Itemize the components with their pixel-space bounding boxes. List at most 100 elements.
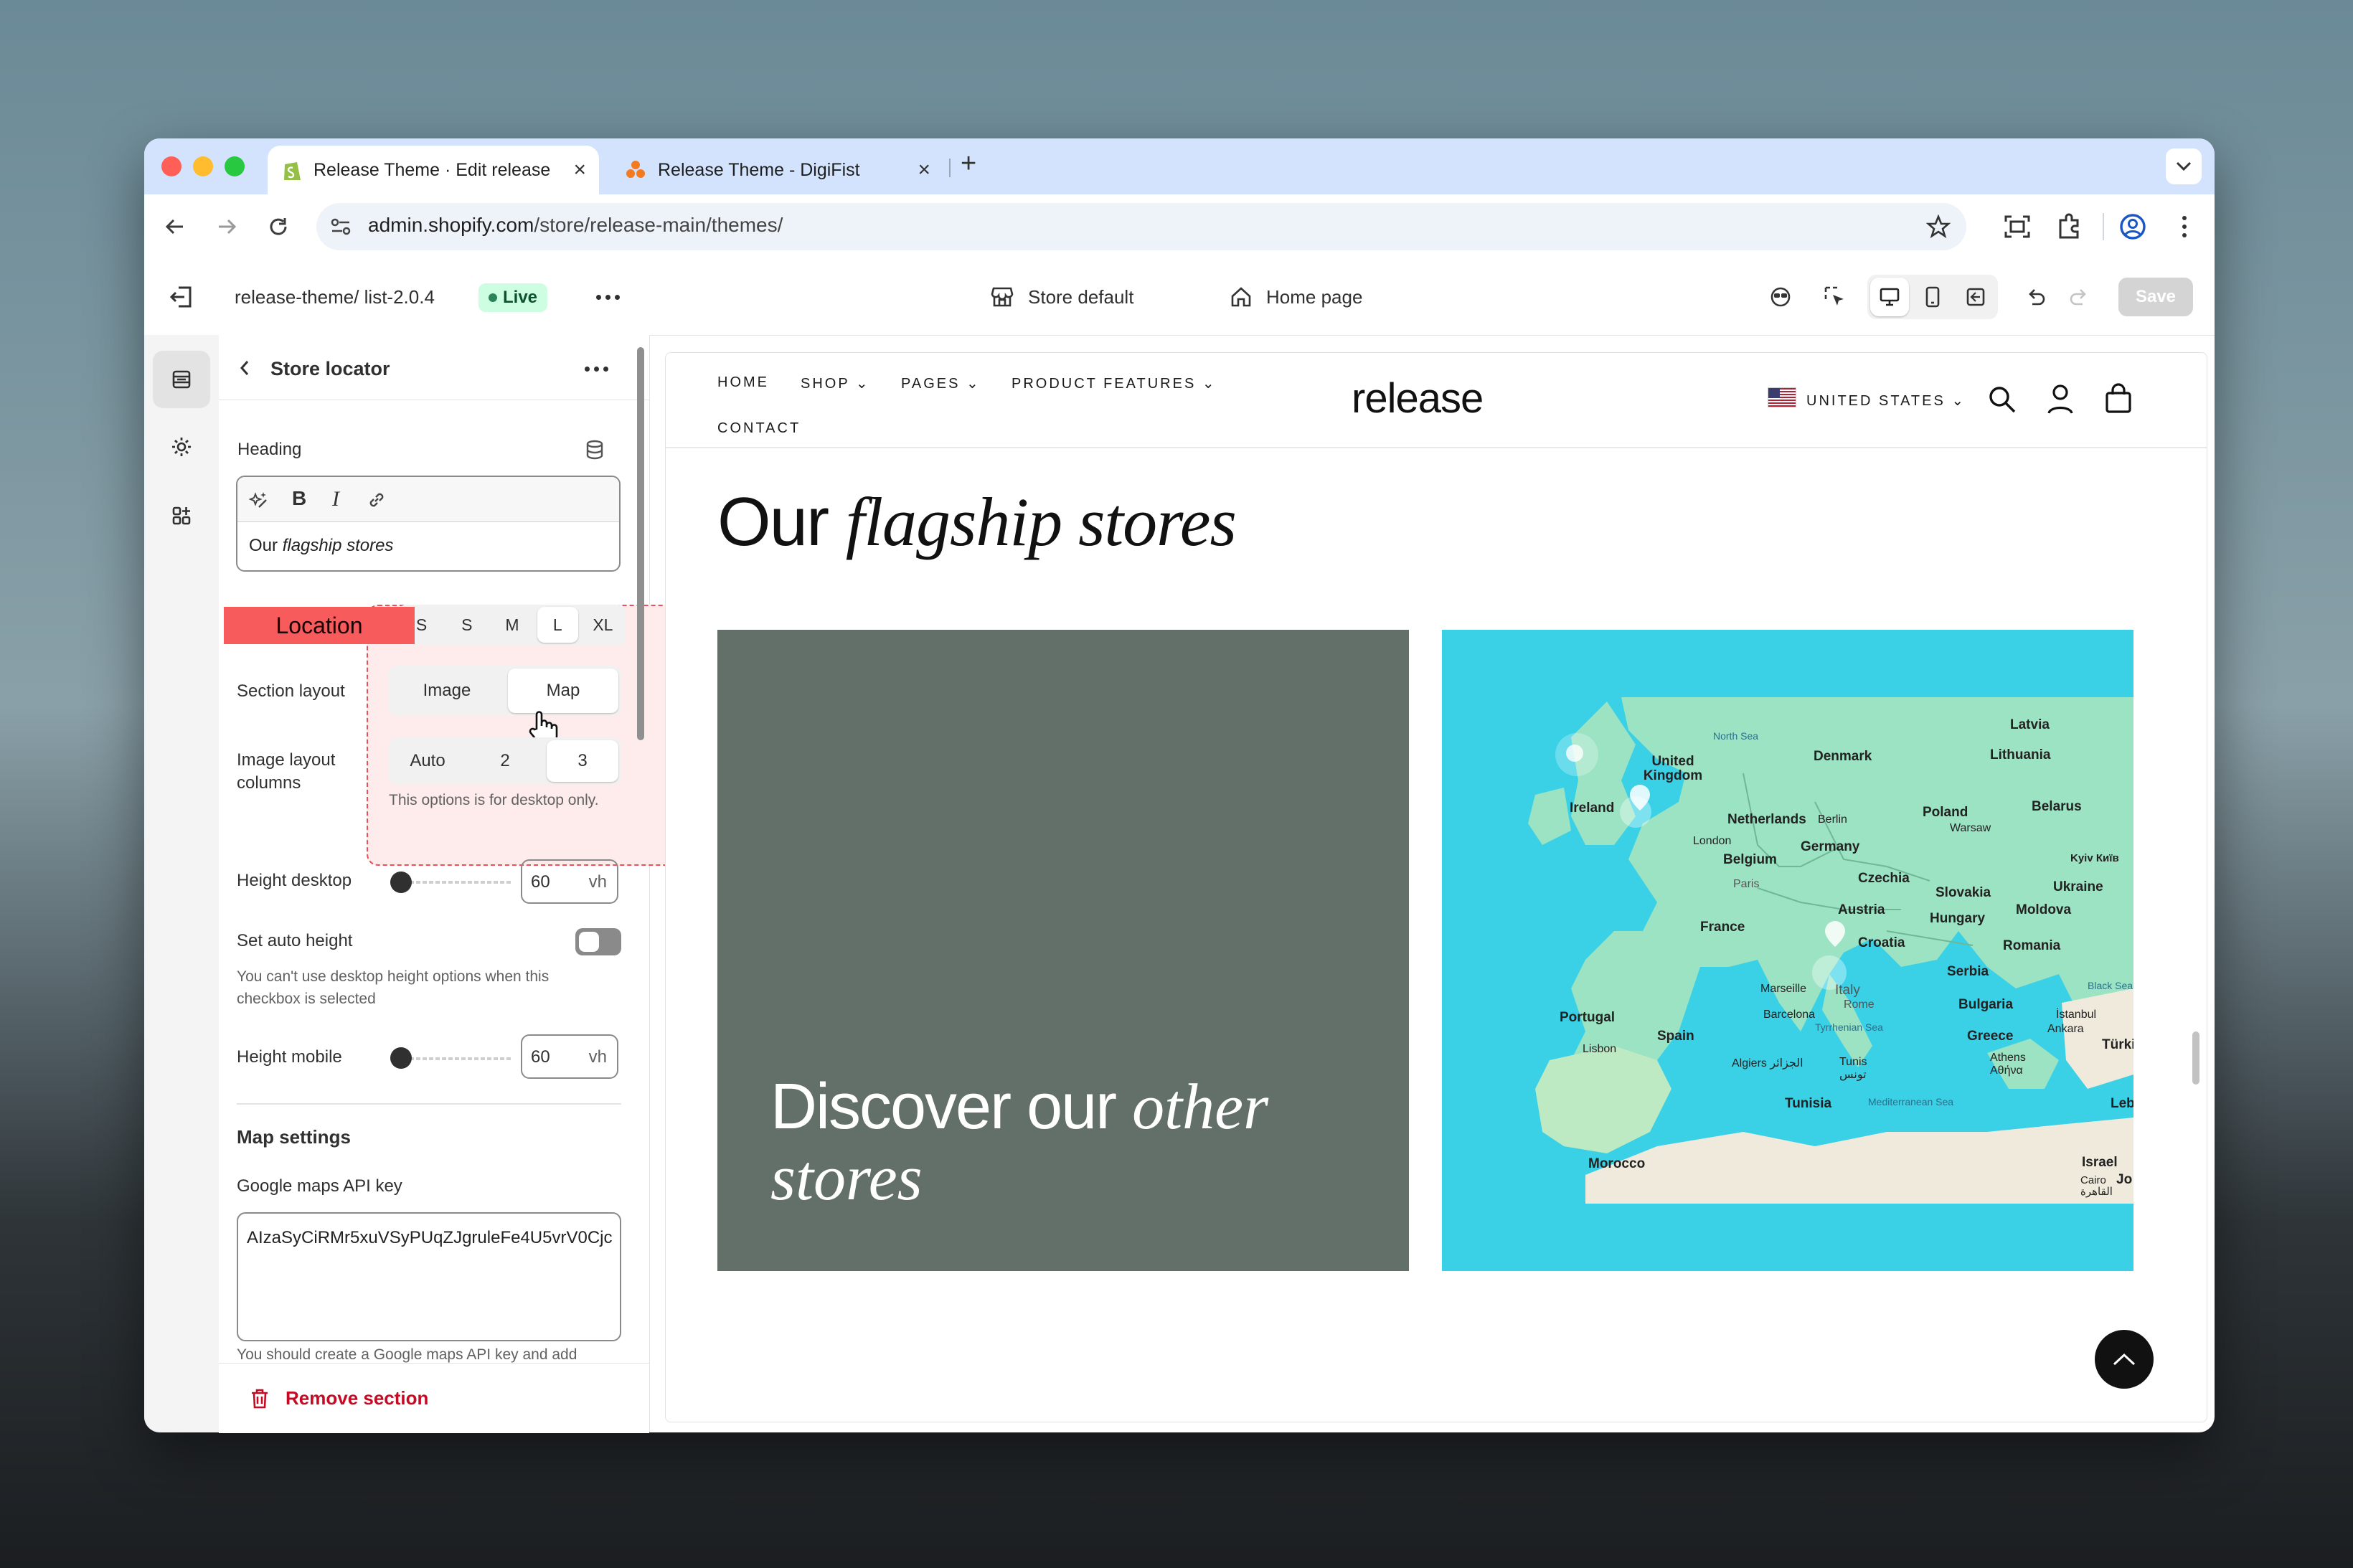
size-option-s2[interactable]: S (446, 607, 487, 643)
zoom-window-button[interactable] (225, 156, 245, 176)
reload-icon (270, 218, 287, 235)
api-key-textarea[interactable]: AIzaSyCiRMr5xuVSyPUqZJgruleFe4U5vrV0Cjc (237, 1212, 621, 1341)
columns-option-3[interactable]: 3 (547, 740, 618, 782)
tab-divider (949, 159, 951, 177)
map-label-jordan: Jo (2116, 1172, 2133, 1187)
tab-title: Release Theme - DigiFist (658, 159, 860, 180)
close-window-button[interactable] (161, 156, 181, 176)
url-text: admin.shopify.com/store/release-main/the… (368, 214, 783, 237)
back-to-top-button[interactable] (2095, 1330, 2154, 1389)
nav-shop[interactable]: SHOP ⌄ (801, 374, 870, 392)
remove-section-button[interactable]: Remove section (250, 1387, 428, 1409)
map-label-moldova: Moldova (2016, 902, 2072, 917)
auto-height-toggle[interactable] (575, 928, 621, 955)
nav-contact[interactable]: CONTACT (717, 420, 801, 437)
extensions-puzzle-icon[interactable] (2057, 213, 2083, 239)
bold-icon[interactable]: B (292, 487, 306, 510)
nav-product-features[interactable]: PRODUCT FEATURES ⌄ (1012, 374, 1217, 392)
bookmark-star-icon[interactable] (1926, 214, 1951, 239)
map-label-greece: Greece (1967, 1029, 2014, 1044)
columns-option-auto[interactable]: Auto (392, 740, 463, 782)
country-selector[interactable]: UNITED STATES ⌄ (1806, 392, 1966, 410)
height-mobile-input[interactable]: 60 vh (521, 1034, 618, 1079)
tab-release-theme-digifist[interactable]: Release Theme - DigiFist × (612, 146, 943, 194)
panel-scrollbar[interactable] (637, 347, 644, 740)
layout-option-map[interactable]: Map (508, 669, 618, 713)
map-labels: North Sea United Kingdom Denmark Latvia … (1442, 630, 2133, 1271)
address-bar[interactable]: admin.shopify.com/store/release-main/the… (316, 203, 1966, 250)
layout-option-image[interactable]: Image (392, 669, 502, 713)
account-icon[interactable] (2046, 383, 2075, 415)
size-option-xl[interactable]: XL (583, 607, 623, 643)
size-option-l[interactable]: L (537, 607, 578, 643)
map-label-tunis: Tunis تونس (1839, 1056, 1867, 1081)
map-label-czechia: Czechia (1858, 871, 1910, 886)
size-option-m[interactable]: M (491, 607, 532, 643)
cart-bag-icon[interactable] (2103, 383, 2133, 415)
status-dot (489, 293, 497, 302)
fullscreen-view-button[interactable] (1956, 278, 1995, 316)
store-icon (991, 287, 1014, 307)
search-icon[interactable] (1987, 384, 2017, 415)
height-desktop-slider-handle[interactable] (390, 872, 412, 893)
profile-avatar-icon[interactable] (2118, 212, 2147, 241)
redo-button[interactable] (2060, 278, 2098, 316)
browser-menu-icon[interactable] (2179, 210, 2190, 243)
page-selector-label: Home page (1266, 285, 1363, 308)
map-label-france: France (1700, 920, 1745, 935)
store-context-selector[interactable]: Store default (991, 280, 1133, 313)
theme-settings-nav-button[interactable] (153, 418, 210, 476)
shopify-icon (284, 162, 301, 180)
dynamic-source-icon[interactable] (585, 440, 605, 460)
theme-name[interactable]: release-theme/ list-2.0.4 (235, 286, 435, 308)
store-logo[interactable]: release (1352, 374, 1484, 422)
new-tab-button[interactable]: + (961, 148, 976, 179)
link-icon[interactable] (367, 490, 387, 510)
section-layout-segmented: Image Map (389, 666, 621, 716)
apps-nav-button[interactable] (153, 487, 210, 544)
heading-text-value[interactable]: Our flagship stores (249, 536, 393, 556)
reload-button[interactable] (262, 210, 295, 243)
mobile-view-button[interactable] (1913, 278, 1952, 316)
site-settings-icon (331, 218, 351, 235)
columns-option-2[interactable]: 2 (469, 740, 541, 782)
forward-button[interactable] (210, 210, 243, 243)
preview-scrollbar[interactable] (2192, 1031, 2199, 1085)
nav-home[interactable]: HOME (717, 374, 769, 391)
close-tab-icon[interactable]: × (573, 158, 586, 182)
exit-editor-icon[interactable] (169, 285, 194, 309)
screen-capture-icon[interactable] (2004, 214, 2031, 239)
heading-richtext-editor[interactable]: B I Our flagship stores (236, 476, 621, 572)
theme-actions-menu-icon[interactable] (596, 295, 620, 300)
map-label-bulgaria: Bulgaria (1958, 997, 2014, 1012)
undo-button[interactable] (2017, 278, 2055, 316)
map-label-poland: Poland (1923, 805, 1968, 820)
map-label-rome: Rome (1844, 998, 1875, 1011)
store-map-card[interactable]: North Sea United Kingdom Denmark Latvia … (1442, 630, 2133, 1271)
map-label-belarus: Belarus (2032, 799, 2082, 814)
minimize-window-button[interactable] (193, 156, 213, 176)
location-tag: Location (224, 607, 415, 644)
section-heading: Our flagship stores (717, 482, 1237, 562)
tab-release-theme-edit[interactable]: Release Theme · Edit release- × (268, 146, 599, 194)
map-label-tyrrhenian: Tyrrhenian Sea (1815, 1021, 1883, 1033)
store-card-discover[interactable]: Discover our other stores (717, 630, 1409, 1271)
sections-nav-button[interactable] (153, 351, 210, 408)
selection-tool-button[interactable] (1816, 278, 1854, 316)
page-selector[interactable]: Home page (1230, 280, 1362, 313)
ai-sparkle-icon[interactable] (249, 490, 269, 510)
close-tab-icon[interactable]: × (918, 158, 930, 182)
nav-pages[interactable]: PAGES ⌄ (901, 374, 981, 392)
address-toolbar: admin.shopify.com/store/release-main/the… (144, 194, 2215, 260)
height-desktop-input[interactable]: 60 vh (521, 859, 618, 904)
nav-product-features-label: PRODUCT FEATURES (1012, 376, 1197, 392)
height-mobile-slider-handle[interactable] (390, 1047, 412, 1069)
desktop-view-button[interactable] (1870, 278, 1909, 316)
inspector-toggle[interactable] (1761, 278, 1800, 316)
map-label-morocco: Morocco (1588, 1156, 1646, 1171)
italic-icon[interactable]: I (332, 487, 339, 511)
tab-search-button[interactable] (2166, 148, 2202, 184)
back-button[interactable] (159, 210, 192, 243)
save-button[interactable]: Save (2118, 278, 2193, 316)
chevron-down-icon (2176, 161, 2192, 171)
